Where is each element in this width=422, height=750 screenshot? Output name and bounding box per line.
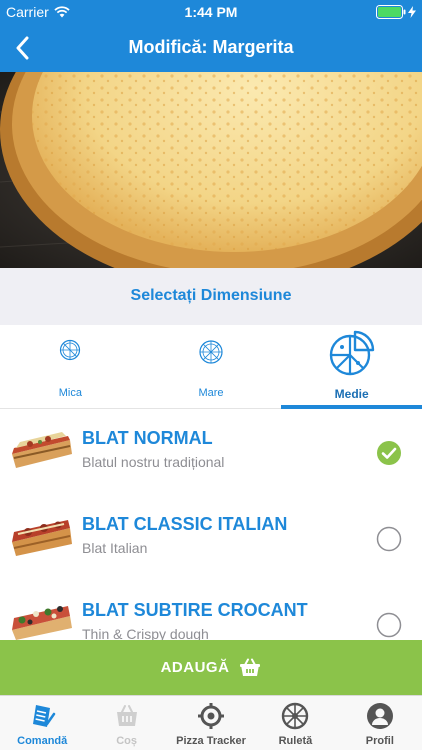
crust-description: Blat Italian [82,540,148,556]
basket-icon [240,658,261,676]
add-button-label: ADAUGĂ [160,659,230,676]
selected-tab-indicator [281,405,422,409]
profile-icon [366,703,393,729]
tab-label: Coș [116,735,137,747]
pizza-hero-image [0,72,422,268]
app-screen: Carrier 1:44 PM Modifică: Margerita Sele… [0,0,422,750]
tab-ruleta[interactable]: Ruletă [253,696,337,750]
checkmark-circle-icon[interactable] [376,440,402,466]
tracker-icon [198,703,225,729]
crust-description: Thin & Crispy dough [82,626,209,640]
crust-name: BLAT SUBTIRE CROCANT [82,600,308,620]
crust-thin-crispy-thumb [12,606,72,640]
crust-normal-thumb [12,432,72,468]
tab-profil[interactable]: Profil [338,696,422,750]
tab-cos[interactable]: Coș [84,696,168,750]
crust-item-normal[interactable]: BLAT NORMAL Blatul nostru tradițional [0,410,422,496]
size-tab-label: Mica [58,387,82,399]
size-tab-mare[interactable]: Mare [141,325,282,409]
crust-item-classic-italian[interactable]: BLAT CLASSIC ITALIAN Blat Italian [0,496,422,582]
pizza-large-icon [199,340,223,364]
cart-icon [116,705,137,726]
radio-unselected-icon[interactable] [376,612,402,638]
tab-label: Pizza Tracker [176,735,246,747]
charging-icon [408,6,416,18]
tab-label: Comandă [17,735,68,747]
crust-description: Blatul nostru tradițional [82,454,225,470]
radio-unselected-icon[interactable] [376,526,402,552]
bottom-tab-bar: Comandă Coș Pizza Tracker Ruletă Profil [0,695,422,750]
pizza-small-icon [60,339,81,361]
crust-name: BLAT NORMAL [82,428,213,448]
order-icon [33,705,56,727]
status-time: 1:44 PM [184,4,238,20]
roulette-icon [282,702,309,730]
page-title: Modifică: Margerita [128,37,294,57]
size-section-header: Selectați Dimensiune [0,268,422,325]
tab-comanda[interactable]: Comandă [0,696,84,750]
size-tab-label: Medie [334,387,369,401]
add-to-cart-button[interactable]: ADAUGĂ [0,640,422,695]
size-tab-medie[interactable]: Medie [281,325,422,409]
pizza-margherita-photo [0,72,422,268]
navigation-bar: Modifică: Margerita [0,24,422,72]
pizza-medium-icon [329,330,374,376]
crust-classic-italian-thumb [12,520,72,556]
size-selector: Mica Mare Medie [0,325,422,409]
crust-list: BLAT NORMAL Blatul nostru tradițional BL… [0,410,422,640]
size-tab-mica[interactable]: Mica [0,325,141,409]
crust-item-thin-crispy[interactable]: BLAT SUBTIRE CROCANT Thin & Crispy dough [0,582,422,640]
battery-icon [376,5,406,19]
size-tab-label: Mare [198,387,224,399]
battery-group [376,5,416,19]
tab-pizza-tracker[interactable]: Pizza Tracker [169,696,253,750]
tab-label: Ruletă [278,735,313,747]
crust-name: BLAT CLASSIC ITALIAN [82,514,288,534]
size-section-title: Selectați Dimensiune [130,287,292,304]
tab-label: Profil [365,735,394,747]
status-bar: Carrier 1:44 PM [0,0,422,24]
